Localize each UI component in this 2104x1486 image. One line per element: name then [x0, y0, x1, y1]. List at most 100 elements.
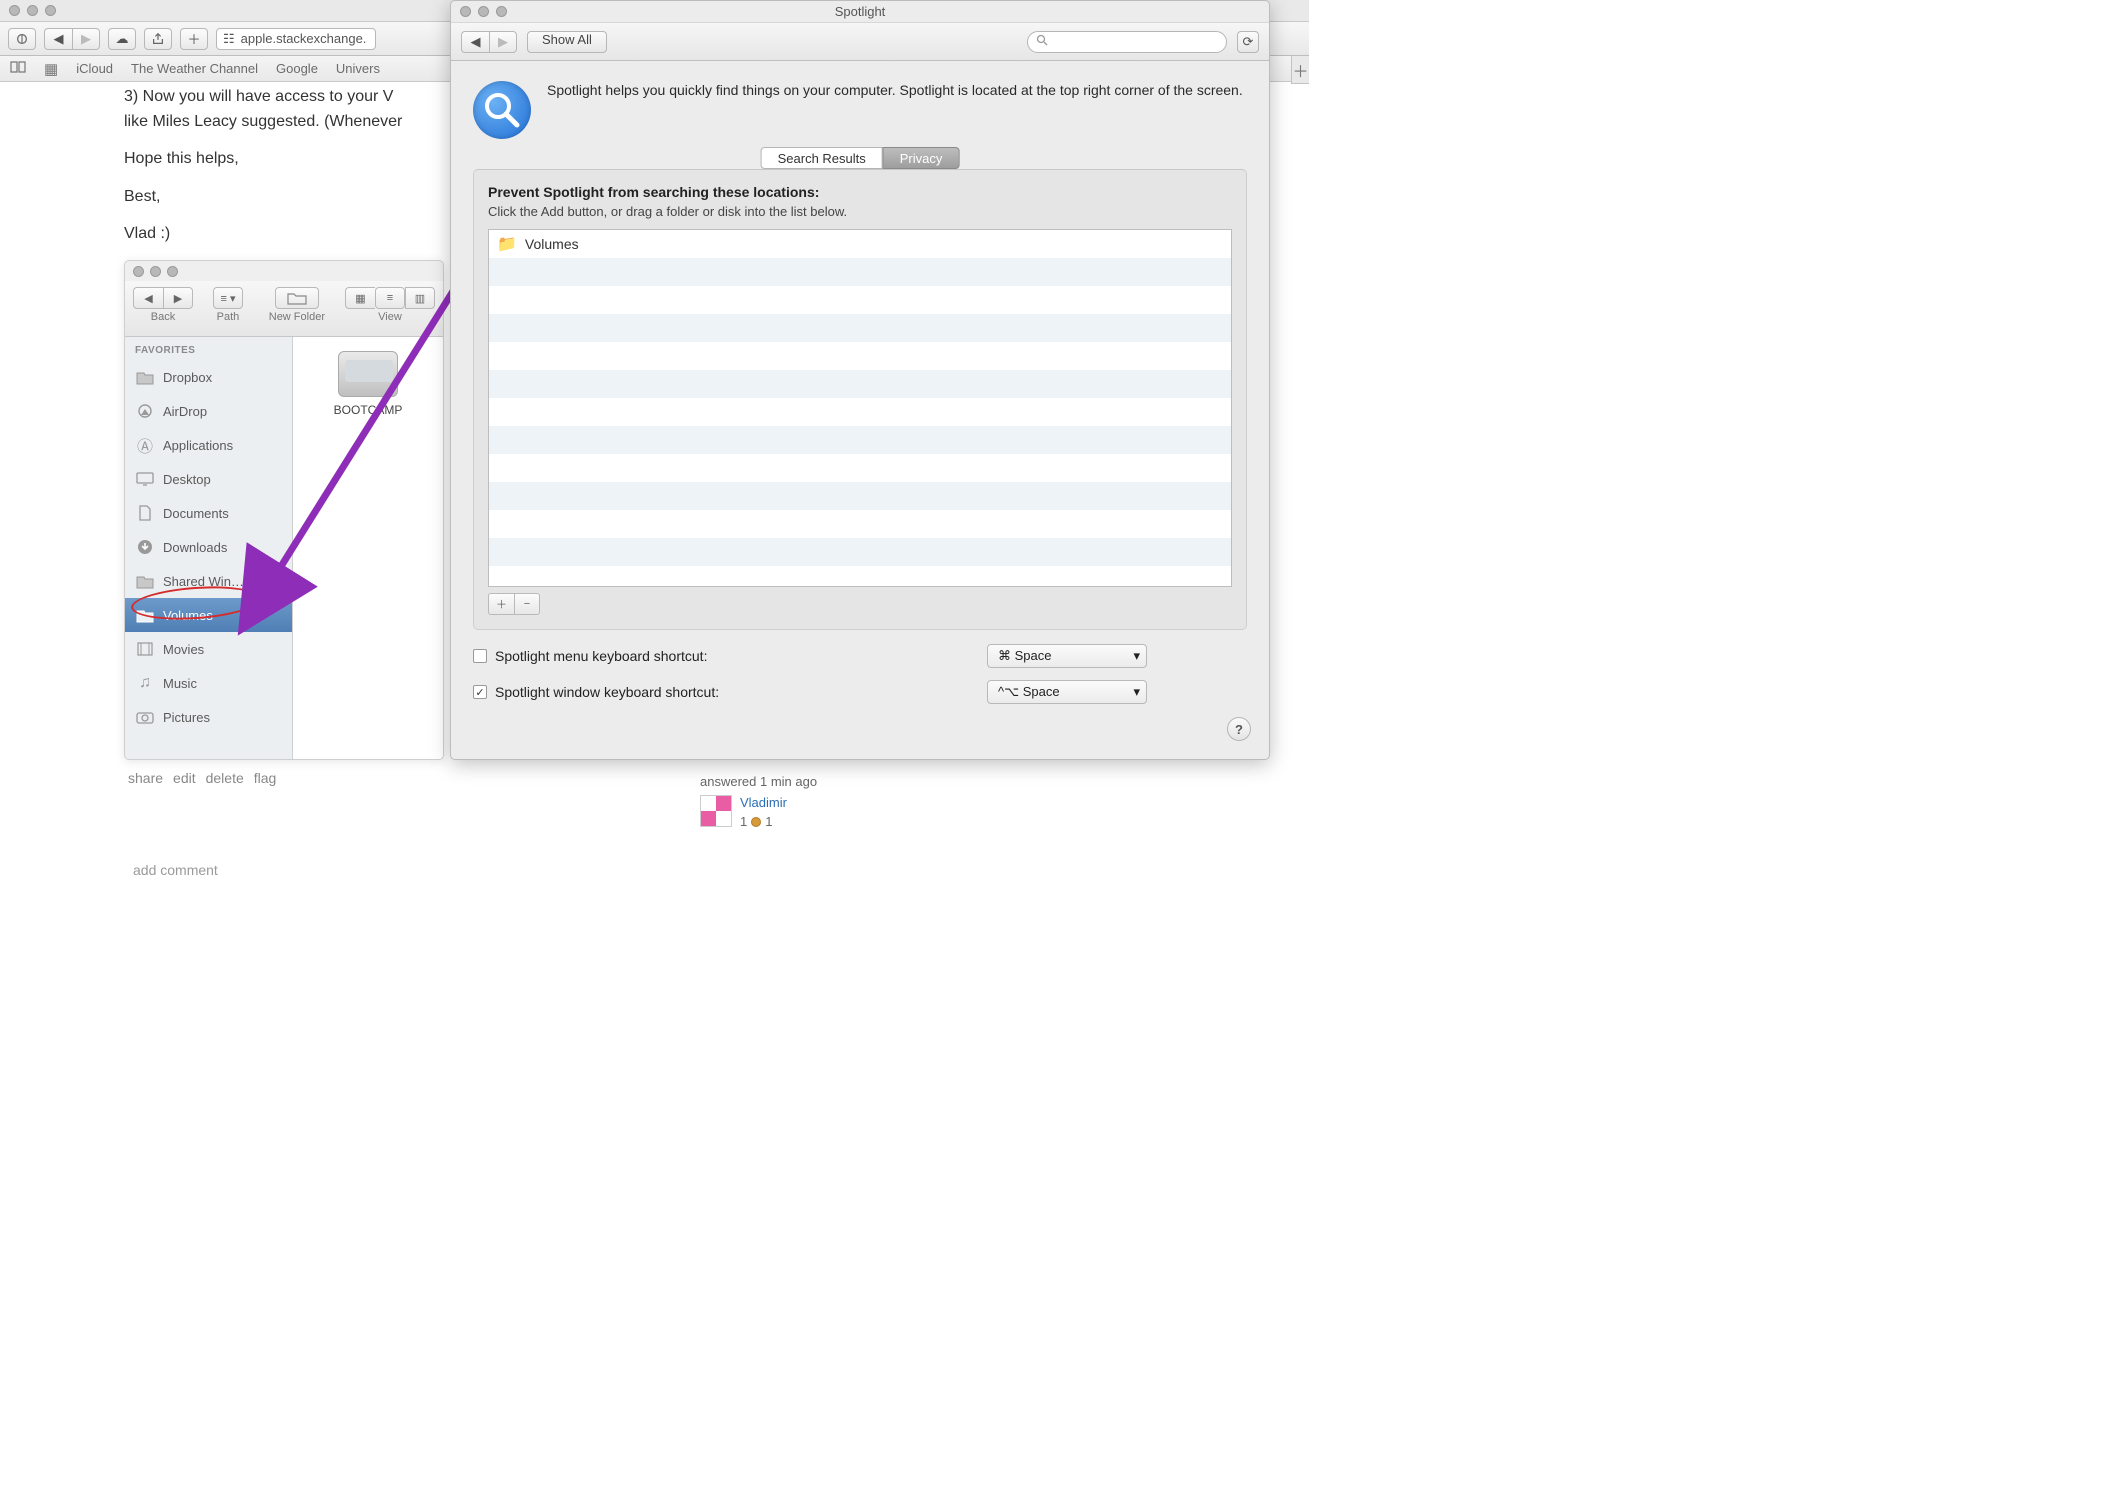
exclude-row[interactable] [489, 314, 1231, 342]
bookmark-item[interactable]: Univers [336, 61, 380, 76]
forward-button[interactable]: ▶ [72, 28, 100, 50]
sidebar-item-label: Movies [163, 642, 204, 657]
sidebar-item-label: AirDrop [163, 404, 207, 419]
toolbar-label: Back [151, 311, 175, 323]
address-bar[interactable]: ☷ apple.stackexchange. [216, 28, 376, 50]
sidebar-item-label: Documents [163, 506, 229, 521]
panel-title: Prevent Spotlight from searching these l… [488, 184, 1232, 200]
folder-icon [135, 572, 155, 590]
new-tab-button[interactable]: ＋ [180, 28, 208, 50]
exclude-row[interactable] [489, 286, 1231, 314]
prefs-back-button[interactable]: ◀ [461, 31, 489, 53]
prefs-forward-button[interactable]: ▶ [489, 31, 517, 53]
finder-path-button: ≡ ▾ [213, 287, 243, 309]
top-sites-icon[interactable]: ▦ [44, 60, 58, 78]
new-tab-plus[interactable]: ＋ [1291, 56, 1309, 84]
edit-link[interactable]: edit [173, 770, 196, 786]
favorites-header: FAVORITES [125, 337, 292, 360]
folder-icon [135, 402, 155, 420]
remove-location-button[interactable]: − [514, 593, 540, 615]
toolbar-label: Path [217, 311, 240, 323]
sidebar-item-pictures: Pictures [125, 700, 292, 734]
finder-close-button [133, 266, 144, 277]
share-button[interactable] [144, 28, 172, 50]
panel-subtitle: Click the Add button, or drag a folder o… [488, 204, 1232, 219]
finder-back-button: ◀ [133, 287, 163, 309]
window-shortcut-checkbox[interactable]: ✓ [473, 685, 487, 699]
finder-minimize-button [150, 266, 161, 277]
finder-content: BOOTCAMP [293, 337, 443, 759]
sidebar-item-label: Applications [163, 438, 233, 453]
sidebar-item-airdrop: AirDrop [125, 394, 292, 428]
sidebar-item-label: Pictures [163, 710, 210, 725]
exclude-row[interactable] [489, 426, 1231, 454]
reading-list-icon[interactable] [10, 60, 26, 77]
finder-view-list: ≡ [375, 287, 405, 309]
bookmark-item[interactable]: The Weather Channel [131, 61, 258, 76]
exclude-row[interactable] [489, 342, 1231, 370]
add-comment-link[interactable]: add comment [133, 862, 218, 878]
delete-link[interactable]: delete [206, 770, 244, 786]
post-actions: share edit delete flag [128, 770, 276, 786]
sidebar-item-documents: Documents [125, 496, 292, 530]
menu-shortcut-select[interactable]: ⌘ Space ▾ [987, 644, 1147, 668]
exclude-row[interactable] [489, 398, 1231, 426]
share-link[interactable]: share [128, 770, 163, 786]
icloud-button[interactable]: ☁ [108, 28, 136, 50]
exclude-list[interactable]: 📁Volumes [488, 229, 1232, 587]
badge-count: 1 [765, 814, 772, 829]
add-location-button[interactable]: ＋ [488, 593, 514, 615]
select-value: ⌘ Space [998, 648, 1051, 664]
back-button[interactable]: ◀ [44, 28, 72, 50]
menu-shortcut-checkbox[interactable] [473, 649, 487, 663]
exclude-row[interactable] [489, 370, 1231, 398]
help-button[interactable]: ? [1227, 717, 1251, 741]
bookmark-item[interactable]: iCloud [76, 61, 113, 76]
answer-footer: answered 1 min ago Vladimir 1 1 [700, 774, 817, 829]
flag-link[interactable]: flag [254, 770, 277, 786]
prefs-search-input[interactable] [1027, 31, 1227, 53]
finder-zoom-button [167, 266, 178, 277]
sidebar-item-movies: Movies [125, 632, 292, 666]
folder-icon: ♫ [135, 674, 155, 692]
sidebar-item-label: Dropbox [163, 370, 212, 385]
tab-search-results[interactable]: Search Results [761, 147, 883, 169]
chevron-down-icon: ▾ [1133, 684, 1140, 700]
folder-icon [135, 640, 155, 658]
folder-icon [135, 368, 155, 386]
sidebar-item-label: Desktop [163, 472, 211, 487]
address-text: apple.stackexchange. [241, 31, 367, 46]
spotlight-title: Spotlight [451, 4, 1269, 19]
sidebar-item-dropbox: Dropbox [125, 360, 292, 394]
folder-icon [135, 504, 155, 522]
folder-icon: Ⓐ [135, 436, 155, 454]
exclude-row[interactable] [489, 454, 1231, 482]
bronze-badge-icon [751, 817, 761, 827]
user-avatar[interactable] [700, 795, 732, 827]
prefs-reload-button[interactable]: ⟳ [1237, 31, 1259, 53]
sidebar-toggle-button[interactable] [8, 28, 36, 50]
tab-privacy[interactable]: Privacy [883, 147, 960, 169]
finder-sidebar: FAVORITES Dropbox AirDrop Ⓐ Applications Des… [125, 337, 293, 759]
menu-shortcut-label: Spotlight menu keyboard shortcut: [495, 648, 707, 664]
answer-text: 3) Now you will have access to your V [124, 88, 393, 105]
exclude-row[interactable] [489, 482, 1231, 510]
exclude-row[interactable] [489, 538, 1231, 566]
answer-text: like Miles Leacy suggested. (Whenever [124, 113, 402, 130]
user-rep: 1 [740, 814, 747, 829]
user-link[interactable]: Vladimir [740, 795, 787, 810]
site-icon: ☷ [223, 31, 235, 47]
sidebar-item-label: Downloads [163, 540, 227, 555]
window-shortcut-select[interactable]: ^⌥ Space ▾ [987, 680, 1147, 704]
exclude-row[interactable] [489, 566, 1231, 587]
bookmark-item[interactable]: Google [276, 61, 318, 76]
finder-view-columns: ▥ [405, 287, 435, 309]
exclude-row[interactable] [489, 510, 1231, 538]
search-icon [1036, 34, 1048, 49]
exclude-row[interactable]: 📁Volumes [489, 230, 1231, 258]
show-all-button[interactable]: Show All [527, 31, 607, 53]
privacy-panel: Prevent Spotlight from searching these l… [473, 169, 1247, 630]
answer-text: Best, [124, 188, 160, 205]
toolbar-label: View [378, 311, 402, 323]
exclude-row[interactable] [489, 258, 1231, 286]
